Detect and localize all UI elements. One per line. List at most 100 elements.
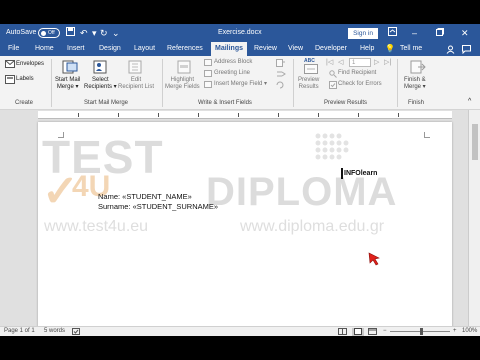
edit-recipient-list-button[interactable]: Edit Recipient List: [118, 77, 154, 91]
tab-design[interactable]: Design: [99, 45, 121, 52]
student-name-field[interactable]: Name: «STUDENT_NAME»: [98, 192, 192, 201]
finish-merge-label-1: Finish &: [404, 77, 426, 83]
tab-view[interactable]: View: [288, 45, 303, 52]
find-recipient-button[interactable]: Find Recipient: [338, 70, 376, 77]
tell-me-search[interactable]: Tell me: [400, 45, 422, 52]
group-label-write-insert: Write & Insert Fields: [198, 100, 252, 106]
tab-home[interactable]: Home: [35, 45, 54, 52]
select-recipients-icon: [93, 59, 109, 77]
greeting-line-button[interactable]: Greeting Line: [214, 70, 250, 77]
ruler-tick: [318, 113, 319, 117]
autosave-toggle[interactable]: Off: [38, 28, 60, 38]
lightbulb-icon: 💡: [385, 44, 395, 53]
check-for-errors-button[interactable]: Check for Errors: [338, 81, 382, 88]
finish-merge-button[interactable]: Finish & Merge ▾: [404, 77, 426, 91]
horizontal-ruler[interactable]: [38, 111, 452, 119]
update-labels-icon[interactable]: [276, 81, 286, 91]
rules-icon[interactable]: [276, 59, 286, 69]
greeting-line-icon: [204, 70, 212, 79]
document-title: Exercise.docx: [218, 29, 262, 36]
group-label-start-mail-merge: Start Mail Merge: [84, 100, 129, 106]
save-icon[interactable]: [66, 27, 75, 39]
autosave-label: AutoSave: [6, 29, 37, 36]
ruler-tick: [238, 113, 239, 117]
title-bar: AutoSave Off ↶ ▾ ↻ ⌄ Exercise.docx Sign …: [0, 24, 480, 42]
ribbon-mailings: Envelopes Labels Create Start Mail Merge…: [0, 56, 480, 110]
scrollbar-thumb[interactable]: [472, 124, 478, 160]
customize-qat-icon[interactable]: ⌄: [112, 27, 120, 39]
previous-record-icon[interactable]: ◁: [338, 59, 343, 66]
record-number-input[interactable]: 1: [349, 58, 371, 67]
ruler-tick: [158, 113, 159, 117]
insert-merge-field-button[interactable]: Insert Merge Field ▾: [214, 81, 267, 88]
maximize-icon[interactable]: [436, 27, 444, 39]
ruler-tick: [198, 113, 199, 117]
select-recipients-label-1: Select: [92, 77, 109, 83]
group-label-finish: Finish: [408, 100, 425, 106]
redo-icon[interactable]: ↻: [100, 27, 108, 39]
undo-icon[interactable]: ↶: [80, 27, 88, 39]
word-window: AutoSave Off ↶ ▾ ↻ ⌄ Exercise.docx Sign …: [0, 24, 480, 336]
web-layout-icon[interactable]: [368, 328, 377, 336]
ruler-tick: [358, 113, 359, 117]
labels-button[interactable]: Labels: [16, 76, 34, 83]
sign-in-button[interactable]: Sign in: [348, 28, 378, 39]
match-fields-icon[interactable]: [276, 70, 286, 80]
page-count[interactable]: Page 1 of 1: [4, 328, 35, 334]
margin-marker: [424, 132, 430, 138]
zoom-in-icon[interactable]: +: [453, 328, 457, 334]
tab-insert[interactable]: Insert: [67, 45, 85, 52]
tab-mailings[interactable]: Mailings: [211, 42, 248, 56]
zoom-slider-thumb[interactable]: [420, 328, 423, 335]
tab-review[interactable]: Review: [254, 45, 277, 52]
collapse-ribbon-icon[interactable]: ^: [468, 98, 471, 105]
document-canvas[interactable]: TEST ✓ 4U DIPLOMA www.test4u.eu www.dipl…: [0, 110, 480, 332]
select-recipients-button[interactable]: Select Recipients ▾: [84, 77, 117, 91]
highlight-merge-fields-button[interactable]: Highlight Merge Fields: [165, 77, 200, 91]
preview-results-label-2: Results: [298, 84, 319, 90]
check-errors-icon: [329, 81, 337, 91]
tab-references[interactable]: References: [167, 45, 203, 52]
label-icon: [5, 75, 15, 86]
zoom-level[interactable]: 100%: [462, 328, 477, 334]
read-mode-icon[interactable]: [338, 328, 347, 336]
infolearn-heading: INFOlearn: [340, 168, 378, 179]
minimize-icon[interactable]: –: [412, 27, 417, 39]
word-count[interactable]: 5 words: [44, 328, 65, 334]
group-separator: [293, 59, 294, 107]
preview-results-button[interactable]: Preview Results: [298, 77, 319, 91]
tab-help[interactable]: Help: [360, 45, 374, 52]
insert-merge-field-icon: [204, 81, 212, 90]
document-page[interactable]: TEST ✓ 4U DIPLOMA www.test4u.eu www.dipl…: [38, 122, 452, 332]
mouse-pointer-icon: [368, 252, 382, 266]
group-label-create: Create: [15, 100, 34, 106]
share-icon[interactable]: [446, 45, 455, 56]
zoom-out-icon[interactable]: −: [383, 328, 387, 334]
start-mail-merge-label-2: Merge: [56, 84, 74, 90]
highlight-merge-fields-label-1: Highlight: [170, 77, 195, 83]
first-record-icon[interactable]: |◁: [326, 59, 333, 66]
next-record-icon[interactable]: ▷: [374, 59, 379, 66]
envelope-icon: [5, 60, 15, 70]
ribbon-display-options-icon[interactable]: [388, 27, 397, 39]
print-layout-icon[interactable]: [352, 328, 364, 336]
vertical-scrollbar[interactable]: [468, 110, 480, 326]
tab-developer[interactable]: Developer: [315, 45, 347, 52]
envelopes-button[interactable]: Envelopes: [16, 61, 44, 68]
student-surname-field[interactable]: Surname: «STUDENT_SURNAME»: [98, 202, 218, 211]
group-separator: [51, 59, 52, 107]
tab-layout[interactable]: Layout: [134, 45, 155, 52]
group-separator: [162, 59, 163, 107]
comments-icon[interactable]: [462, 45, 471, 56]
undo-dropdown-icon[interactable]: ▾: [92, 27, 97, 39]
last-record-icon[interactable]: ▷|: [384, 59, 391, 66]
highlight-merge-fields-icon: [177, 59, 193, 77]
address-block-button[interactable]: Address Block: [214, 59, 252, 66]
start-mail-merge-button[interactable]: Start Mail Merge ▾: [55, 77, 80, 91]
proofing-icon[interactable]: [72, 328, 80, 336]
screen: AutoSave Off ↶ ▾ ↻ ⌄ Exercise.docx Sign …: [0, 0, 480, 360]
tab-file[interactable]: File: [8, 45, 19, 52]
edit-recipient-list-label-1: Edit: [130, 77, 142, 83]
select-recipients-label-2: Recipients: [84, 84, 113, 90]
close-icon[interactable]: ✕: [461, 27, 469, 39]
